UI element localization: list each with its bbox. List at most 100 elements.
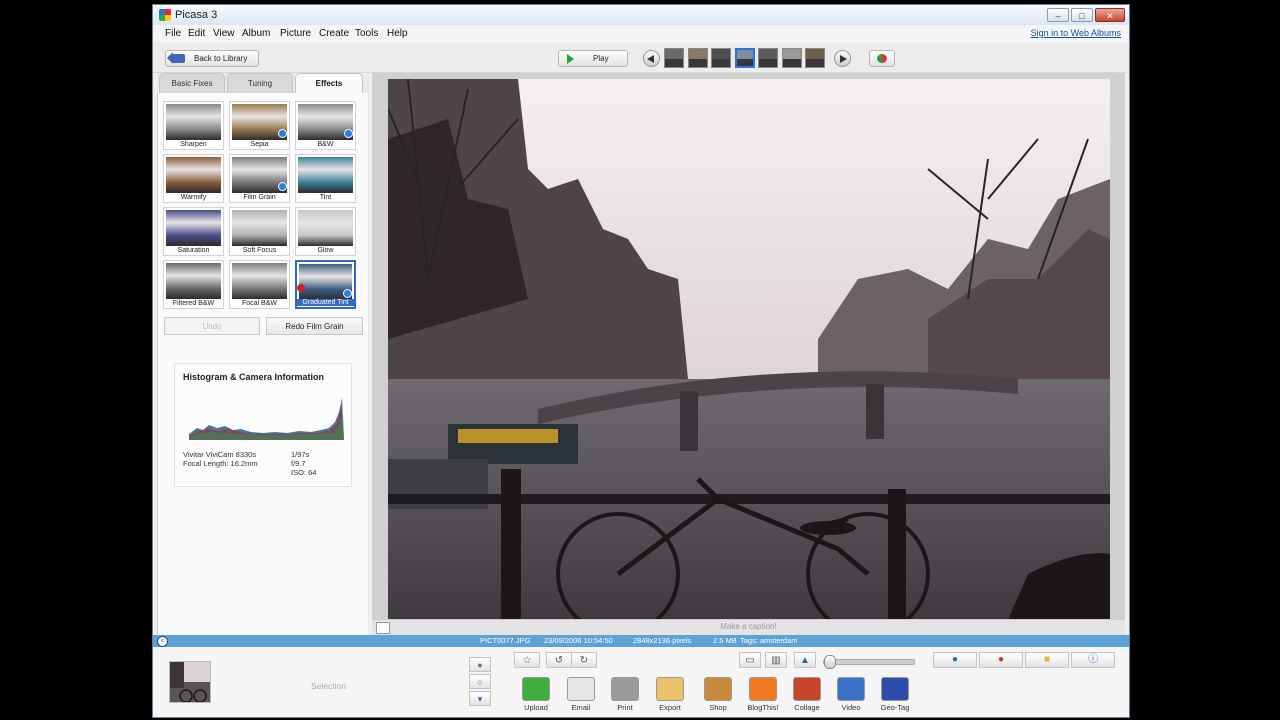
view-split-icon[interactable]: ▥: [765, 652, 787, 668]
effect-tile[interactable]: Soft Focus: [229, 207, 290, 256]
action-label: Print: [617, 703, 633, 712]
minimize-button[interactable]: –: [1047, 8, 1069, 22]
effect-tile[interactable]: B&W: [295, 101, 356, 150]
rotate-left-button[interactable]: ↺: [546, 652, 572, 668]
effect-preview: [232, 263, 287, 299]
video-button[interactable]: Video: [830, 673, 872, 713]
effect-label: Film Grain: [243, 194, 276, 201]
sign-in-web-albums-link[interactable]: Sign in to Web Albums: [1031, 28, 1121, 38]
play-slideshow-button[interactable]: Play: [558, 50, 628, 67]
effect-label: Sharpen: [180, 141, 207, 148]
tray-thumbnail[interactable]: [169, 661, 211, 703]
status-tags: Tags: amsterdam: [740, 636, 798, 645]
filmstrip-thumb[interactable]: [687, 48, 708, 68]
filmstrip-thumb[interactable]: [664, 48, 684, 68]
effect-label: Tint: [319, 194, 332, 201]
effect-label: Soft Focus: [242, 247, 277, 254]
clear-selection-icon[interactable]: ○: [469, 674, 491, 689]
effect-preview: [232, 210, 287, 246]
action-label: BlogThis!: [747, 703, 779, 712]
effect-tile[interactable]: Warmify: [163, 154, 224, 203]
effect-preview: [166, 210, 221, 246]
export-button[interactable]: Export: [649, 673, 691, 713]
menu-tools[interactable]: Tools: [355, 28, 378, 39]
caption-input[interactable]: Make a caption!: [372, 622, 1125, 631]
tags-icon[interactable]: ■: [1025, 652, 1069, 668]
tab-effects[interactable]: Effects: [295, 73, 363, 93]
effect-tile[interactable]: Sepia: [229, 101, 290, 150]
camera-model: Vivitar ViviCam 8330s: [183, 450, 257, 459]
picasa-app-icon: [159, 9, 171, 21]
status-filename: PICT0077.JPG: [480, 636, 531, 645]
hold-selection-icon[interactable]: ●: [469, 657, 491, 672]
selection-label: Selection: [311, 681, 346, 691]
effect-tile[interactable]: Focal B&W: [229, 260, 290, 309]
export-folder-icon: [656, 677, 684, 701]
email-icon: [567, 677, 595, 701]
view-single-icon[interactable]: ▭: [739, 652, 761, 668]
filmstrip-thumb[interactable]: [758, 48, 778, 68]
star-button[interactable]: ☆: [514, 652, 540, 668]
collage-button[interactable]: Collage: [786, 673, 828, 713]
previous-photo-button[interactable]: [643, 50, 660, 67]
effect-tile[interactable]: Tint: [295, 154, 356, 203]
info-badge-icon: [278, 182, 287, 191]
add-to-album-icon[interactable]: ▾: [469, 691, 491, 706]
geotag-icon: [881, 677, 909, 701]
zoom-icon[interactable]: ▲: [794, 652, 816, 668]
info-icon[interactable]: ⓘ: [1071, 652, 1115, 668]
effect-tile[interactable]: Film Grain: [229, 154, 290, 203]
effect-tile[interactable]: Sharpen: [163, 101, 224, 150]
status-filesize: 2.5 MB: [713, 636, 737, 645]
redo-film-grain-button[interactable]: Redo Film Grain: [266, 317, 363, 335]
next-photo-button[interactable]: [834, 50, 851, 67]
back-to-library-button[interactable]: Back to Library: [165, 50, 259, 67]
menu-help[interactable]: Help: [387, 28, 408, 39]
action-label: Email: [571, 703, 591, 712]
menu-view[interactable]: View: [213, 28, 235, 39]
filmstrip-thumb[interactable]: [734, 48, 755, 68]
maximize-button[interactable]: □: [1071, 8, 1093, 22]
filmstrip-thumb[interactable]: [711, 48, 731, 68]
effect-tile[interactable]: Saturation: [163, 207, 224, 256]
exposure-time: 1/97s: [291, 450, 310, 459]
status-dimensions: 2848x2136 pixels: [633, 636, 692, 645]
people-icon[interactable]: ●: [933, 652, 977, 668]
filmstrip-thumb[interactable]: [781, 48, 802, 68]
photo-canal-amsterdam[interactable]: [388, 79, 1110, 620]
zoom-slider-knob[interactable]: [824, 655, 836, 669]
collapse-tray-icon[interactable]: «: [157, 636, 168, 647]
menu-bar: File Edit View Album Picture Create Tool…: [153, 25, 1129, 42]
effect-tile[interactable]: Filtered B&W: [163, 260, 224, 309]
effect-label: Focal B&W: [241, 300, 277, 307]
focal-length: Focal Length: 16.2mm: [183, 459, 258, 468]
upload-button[interactable]: Upload: [515, 673, 557, 713]
zoom-slider[interactable]: [823, 655, 915, 669]
effect-preview: [298, 210, 353, 246]
tab-tuning[interactable]: Tuning: [227, 73, 293, 93]
menu-album[interactable]: Album: [242, 28, 270, 39]
email-button[interactable]: Email: [560, 673, 602, 713]
menu-edit[interactable]: Edit: [188, 28, 205, 39]
action-label: Upload: [524, 703, 548, 712]
print-button[interactable]: Print: [604, 673, 646, 713]
photo-tray: Selection ● ○ ▾ ☆ ↺ ↻ Upload Email Print Ex…: [153, 647, 1129, 717]
tab-basic-fixes[interactable]: Basic Fixes: [159, 73, 225, 93]
rotate-view-button[interactable]: [869, 50, 895, 67]
close-button[interactable]: ✕: [1095, 8, 1125, 22]
shop-button[interactable]: Shop: [697, 673, 739, 713]
menu-file[interactable]: File: [165, 28, 181, 39]
rotate-right-button[interactable]: ↻: [571, 652, 597, 668]
places-pin-icon[interactable]: ●: [979, 652, 1023, 668]
status-bar: « PICT0077.JPG 23/09/2006 10:54:50 2848x…: [153, 635, 1129, 647]
geo-tag-button[interactable]: Geo-Tag: [874, 673, 916, 713]
undo-button[interactable]: Undo: [164, 317, 260, 335]
filmstrip-thumb[interactable]: [805, 48, 825, 68]
effect-tile[interactable]: Graduated Tint: [295, 260, 356, 309]
menu-picture[interactable]: Picture: [280, 28, 311, 39]
blogthis-button[interactable]: BlogThis!: [742, 673, 784, 713]
menu-create[interactable]: Create: [319, 28, 349, 39]
effect-tile[interactable]: Glow: [295, 207, 356, 256]
toolbar: Back to Library Play: [153, 42, 1129, 73]
info-badge-icon: [344, 129, 353, 138]
